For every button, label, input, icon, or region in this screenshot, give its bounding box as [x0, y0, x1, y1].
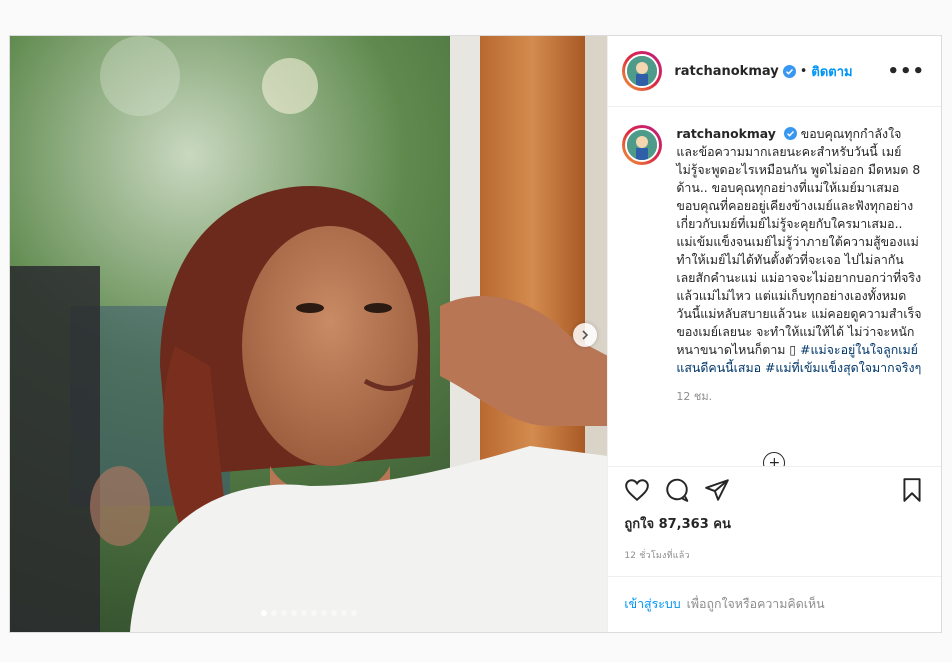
- post-header: ratchanokmay • ติดตาม •••: [608, 36, 941, 107]
- verified-badge-icon: [782, 64, 796, 78]
- carousel-dot: [270, 610, 277, 616]
- avatar[interactable]: [622, 51, 663, 91]
- paper-plane-icon[interactable]: [704, 477, 730, 503]
- more-options-button[interactable]: •••: [887, 61, 925, 82]
- post-timestamp: 12 ชั่วโมงที่แล้ว: [624, 551, 690, 561]
- likes-count[interactable]: ถูกใจ 87,363 คน: [624, 513, 925, 534]
- carousel-dot: [300, 610, 307, 616]
- carousel-next-button[interactable]: [573, 323, 597, 347]
- caption-body: ขอบคุณทุกกำลังใจและข้อความมากเลยนะคะสำหร…: [676, 126, 922, 357]
- follow-button[interactable]: ติดตาม: [811, 61, 852, 82]
- load-more-comments-button[interactable]: +: [763, 452, 786, 466]
- carousel-dot: [350, 610, 357, 616]
- login-link[interactable]: เข้าสู่ระบบ: [624, 595, 680, 614]
- caption-text: ratchanokmay ขอบคุณทุกกำลังใจและข้อความม…: [676, 125, 922, 377]
- verified-badge-icon: [783, 127, 797, 140]
- separator: •: [799, 63, 808, 79]
- caption-username-link[interactable]: ratchanokmay: [676, 126, 775, 141]
- post-media[interactable]: [10, 36, 608, 632]
- post-sidebar: ratchanokmay • ติดตาม ••• ratchanokmay ข…: [607, 36, 941, 632]
- login-prompt-bar: เข้าสู่ระบบ เพื่อถูกใจหรือความคิดเห็น: [608, 576, 941, 632]
- caption: ratchanokmay ขอบคุณทุกกำลังใจและข้อความม…: [622, 125, 925, 377]
- comments-section: ratchanokmay ขอบคุณทุกกำลังใจและข้อความม…: [608, 107, 941, 466]
- carousel-dot: [290, 610, 297, 616]
- carousel-dot: [340, 610, 347, 616]
- bookmark-icon[interactable]: [899, 477, 925, 503]
- login-prompt-text: เพื่อถูกใจหรือความคิดเห็น: [686, 596, 825, 611]
- post-actions: ถูกใจ 87,363 คน 12 ชั่วโมงที่แล้ว: [608, 466, 941, 576]
- carousel-indicator: [10, 610, 607, 616]
- heart-icon[interactable]: [624, 477, 650, 503]
- carousel-dot: [260, 610, 267, 616]
- carousel-dot: [280, 610, 287, 616]
- chevron-right-icon: [582, 330, 589, 340]
- comment-icon[interactable]: [664, 477, 690, 503]
- carousel-dot: [320, 610, 327, 616]
- post-photo: [10, 36, 608, 632]
- instagram-post: ratchanokmay • ติดตาม ••• ratchanokmay ข…: [9, 35, 942, 633]
- avatar[interactable]: [622, 125, 663, 165]
- carousel-dot: [330, 610, 337, 616]
- carousel-dot: [310, 610, 317, 616]
- caption-timestamp: 12 ชม.: [676, 390, 713, 403]
- username-link[interactable]: ratchanokmay: [674, 64, 778, 79]
- plus-icon: +: [768, 455, 781, 466]
